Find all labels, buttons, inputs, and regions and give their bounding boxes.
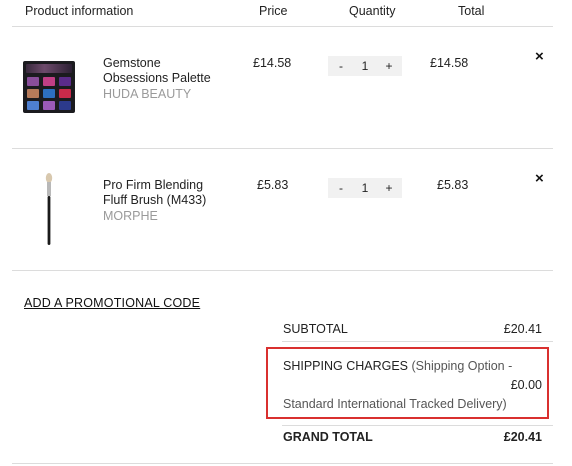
product-total: £5.83 (437, 178, 469, 192)
shipping-value: £0.00 (510, 378, 542, 392)
palette-swatches (27, 77, 71, 110)
footer-divider (12, 463, 553, 464)
summary-divider (282, 425, 553, 426)
header-price: Price (259, 4, 288, 18)
product-name-line: Obsessions Palette (103, 71, 211, 85)
subtotal-label: SUBTOTAL (283, 322, 348, 336)
header-quantity: Quantity (349, 4, 396, 18)
product-brand: MORPHE (103, 209, 158, 223)
increase-quantity-button[interactable]: + (384, 59, 394, 73)
subtotal-value: £20.41 (503, 322, 542, 336)
product-price: £5.83 (257, 178, 289, 192)
product-name-line: Fluff Brush (M433) (103, 193, 207, 207)
quantity-value[interactable]: 1 (362, 181, 369, 195)
cart-row: Pro Firm Blending Fluff Brush (M433) MOR… (0, 149, 572, 270)
header-product-information: Product information (25, 4, 134, 18)
shipping-spacer (283, 376, 513, 395)
remove-item-icon[interactable]: × (535, 48, 544, 65)
quantity-stepper: - 1 + (328, 56, 402, 76)
shipping-charges-label: SHIPPING CHARGES (283, 359, 409, 373)
header-total: Total (458, 4, 485, 18)
product-brand: HUDA BEAUTY (103, 87, 192, 101)
shipping-charges: SHIPPING CHARGES (Shipping Option - Stan… (283, 357, 513, 414)
quantity-stepper: - 1 + (328, 178, 402, 198)
product-total: £14.58 (430, 56, 469, 70)
cart-row: Gemstone Obsessions Palette HUDA BEAUTY … (0, 27, 572, 148)
grand-total-label: GRAND TOTAL (283, 430, 373, 444)
summary-divider (282, 341, 553, 342)
product-name[interactable]: Pro Firm Blending Fluff Brush (M433) (103, 178, 223, 208)
product-name-line: Gemstone (103, 56, 161, 70)
product-name-line: Pro Firm Blending (103, 178, 204, 192)
palette-lid (26, 64, 72, 73)
product-image-brush[interactable] (44, 173, 54, 247)
decrease-quantity-button[interactable]: - (336, 181, 346, 195)
shipping-option-detail: Standard International Tracked Delivery) (283, 397, 507, 411)
remove-item-icon[interactable]: × (535, 170, 544, 187)
product-name[interactable]: Gemstone Obsessions Palette (103, 56, 223, 86)
shipping-option: (Shipping Option - (411, 359, 513, 373)
shipping-charges-line: SHIPPING CHARGES (Shipping Option - (283, 357, 513, 376)
product-image-palette[interactable] (23, 61, 75, 113)
increase-quantity-button[interactable]: + (384, 181, 394, 195)
decrease-quantity-button[interactable]: - (336, 59, 346, 73)
quantity-value[interactable]: 1 (362, 59, 369, 73)
row-divider (12, 270, 553, 271)
grand-total-value: £20.41 (503, 430, 542, 444)
product-price: £14.58 (253, 56, 292, 70)
add-promotional-code-link[interactable]: ADD A PROMOTIONAL CODE (24, 296, 200, 310)
